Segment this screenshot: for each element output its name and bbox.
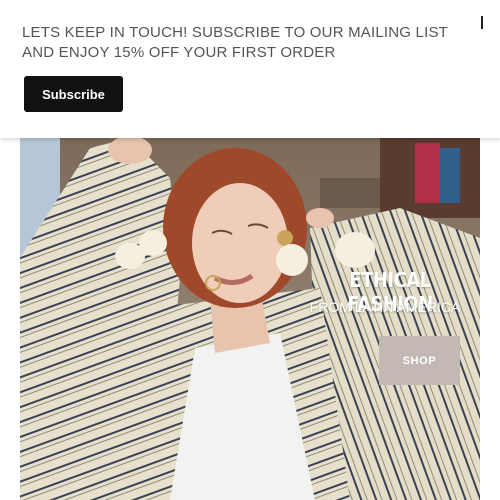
- newsletter-message: LETS KEEP IN TOUCH! SUBSCRIBE TO OUR MAI…: [22, 24, 448, 61]
- subscribe-button[interactable]: Subscribe: [24, 76, 123, 112]
- hero-subtitle: FROM LATIN AMERICA: [309, 299, 461, 315]
- hero-banner[interactable]: ETHICAL FASHION FROM LATIN AMERICA SHOP: [20, 138, 480, 500]
- newsletter-banner: LETS KEEP IN TOUCH! SUBSCRIBE TO OUR MAI…: [0, 0, 500, 138]
- close-icon[interactable]: [472, 10, 492, 34]
- shop-button[interactable]: SHOP: [379, 336, 460, 385]
- hero-image: [20, 138, 480, 500]
